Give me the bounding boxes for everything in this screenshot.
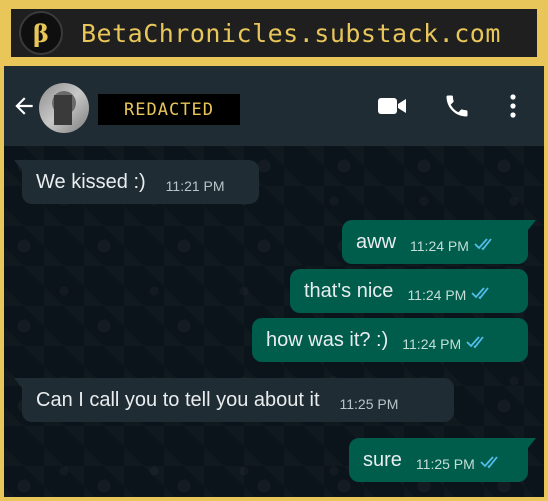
phone-icon[interactable] xyxy=(443,92,471,125)
message-text: Can I call you to tell you about it xyxy=(36,388,320,411)
message-time: 11:24 PM xyxy=(407,287,467,303)
message-time: 11:25 PM xyxy=(339,396,399,412)
message-time: 11:21 PM xyxy=(165,178,225,194)
arrow-left-icon[interactable] xyxy=(11,93,37,124)
message-outgoing[interactable]: that's nice 11:24 PM xyxy=(290,269,528,313)
double-check-icon xyxy=(480,455,502,474)
message-list[interactable]: We kissed :) 11:21 PM aww 11:24 PM that'… xyxy=(4,146,544,497)
double-check-icon xyxy=(474,237,496,256)
avatar[interactable] xyxy=(39,83,89,133)
more-vertical-icon[interactable] xyxy=(507,92,519,125)
beta-logo: β xyxy=(19,11,63,55)
message-time: 11:25 PM xyxy=(415,456,475,472)
chat-header: REDACTED xyxy=(4,66,544,146)
video-camera-icon[interactable] xyxy=(376,92,408,125)
message-text: how was it? :) xyxy=(266,328,389,351)
message-outgoing[interactable]: aww 11:24 PM xyxy=(342,220,536,264)
double-check-icon xyxy=(466,335,488,354)
message-text: We kissed :) xyxy=(36,170,146,193)
message-text: sure xyxy=(363,448,402,471)
message-text: aww xyxy=(356,230,397,253)
message-outgoing[interactable]: how was it? :) 11:24 PM xyxy=(252,318,528,362)
message-outgoing[interactable]: sure 11:25 PM xyxy=(349,438,536,482)
site-url: BetaChronicles.substack.com xyxy=(81,18,501,48)
double-check-icon xyxy=(471,286,493,305)
message-text: that's nice xyxy=(304,279,394,302)
message-time: 11:24 PM xyxy=(402,336,462,352)
contact-name[interactable]: REDACTED xyxy=(98,94,240,125)
chat-window: REDACTED We kissed :) 11:21 PM aww 11:24… xyxy=(4,66,544,497)
watermark-banner: β BetaChronicles.substack.com xyxy=(8,6,540,60)
message-incoming[interactable]: We kissed :) 11:21 PM xyxy=(14,160,259,204)
message-incoming[interactable]: Can I call you to tell you about it 11:2… xyxy=(14,378,454,422)
message-time: 11:24 PM xyxy=(410,238,469,254)
